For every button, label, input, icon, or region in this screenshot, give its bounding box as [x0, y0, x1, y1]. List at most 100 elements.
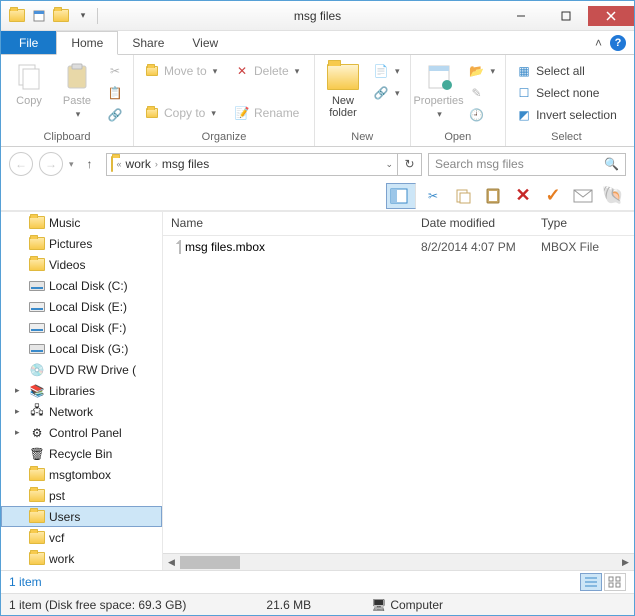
close-button[interactable]	[588, 6, 634, 26]
disk-icon	[29, 341, 45, 357]
address-bar[interactable]: « work › msg files ⌄	[106, 153, 398, 176]
newitem-button[interactable]: 📄▾	[369, 61, 404, 81]
scissors-icon: ✂	[107, 63, 123, 79]
column-name[interactable]: Name	[163, 212, 413, 235]
paste-button[interactable]: Paste ▾	[55, 59, 99, 120]
search-icon: 🔍	[604, 157, 619, 171]
selectnone-icon: ☐	[516, 85, 532, 101]
scroll-right-icon[interactable]: ▶	[617, 554, 634, 570]
properties-qat-icon[interactable]	[29, 6, 49, 26]
details-view-button[interactable]	[580, 573, 602, 591]
sidebar-item-diskf[interactable]: Local Disk (F:)	[1, 317, 162, 338]
maximize-button[interactable]	[543, 6, 588, 26]
sidebar-item-music[interactable]: Music	[1, 212, 162, 233]
refresh-button[interactable]: ↻	[398, 153, 422, 176]
sidebar-item-work[interactable]: work	[1, 548, 162, 569]
check-tool[interactable]: ✓	[540, 183, 566, 209]
moveto-icon	[144, 63, 160, 79]
delete-button[interactable]: ✕Delete▾	[230, 61, 308, 81]
shell-tool[interactable]: 🐚	[600, 183, 626, 209]
home-tab[interactable]: Home	[56, 31, 118, 55]
icons-view-button[interactable]	[604, 573, 626, 591]
mail-tool[interactable]	[570, 183, 596, 209]
toolbar: ✂ ✕ ✓ 🐚	[1, 181, 634, 211]
address-dropdown-icon[interactable]: ⌄	[385, 159, 393, 170]
sidebar-item-videos[interactable]: Videos	[1, 254, 162, 275]
breadcrumb-work[interactable]: work	[126, 157, 151, 171]
cut-small-button[interactable]: ✂	[103, 61, 127, 81]
paste-tool[interactable]	[480, 183, 506, 209]
file-tab[interactable]: File	[1, 31, 56, 54]
copyto-button[interactable]: Copy to▾	[140, 103, 226, 123]
edit-button[interactable]: ✎	[465, 83, 500, 103]
sidebar-item-msgtombox[interactable]: msgtombox	[1, 464, 162, 485]
sidebar-item-libraries[interactable]: ▸📚Libraries	[1, 380, 162, 401]
back-button[interactable]: ←	[9, 152, 33, 176]
sidebar-item-users[interactable]: Users	[1, 506, 162, 527]
disk-icon	[29, 278, 45, 294]
sidebar-item-diskc[interactable]: Local Disk (C:)	[1, 275, 162, 296]
scroll-left-icon[interactable]: ◀	[163, 554, 180, 570]
up-button[interactable]: ↑	[80, 154, 100, 174]
newfolder-qat-icon[interactable]	[51, 6, 71, 26]
cut-tool[interactable]: ✂	[420, 183, 446, 209]
delete-tool[interactable]: ✕	[510, 183, 536, 209]
sidebar-item-diske[interactable]: Local Disk (E:)	[1, 296, 162, 317]
breadcrumb-msgfiles[interactable]: msg files	[162, 157, 209, 171]
copy-tool[interactable]	[450, 183, 476, 209]
sidebar-item-cpanel[interactable]: ▸⚙Control Panel	[1, 422, 162, 443]
qat-dropdown-icon[interactable]: ▾	[73, 6, 93, 26]
chevron-down-icon: ▾	[437, 109, 442, 120]
previewpane-button[interactable]	[386, 183, 416, 209]
history-button[interactable]: 🕘	[465, 105, 500, 125]
column-date[interactable]: Date modified	[413, 212, 533, 235]
share-tab[interactable]: Share	[118, 31, 178, 54]
sidebar-item-pst[interactable]: pst	[1, 485, 162, 506]
sidebar-item-pictures[interactable]: Pictures	[1, 233, 162, 254]
open-button[interactable]: 📂▾	[465, 61, 500, 81]
selectall-button[interactable]: ▦Select all	[512, 61, 621, 81]
chevron-right-icon: ›	[155, 159, 158, 169]
copy-button[interactable]: Copy	[7, 59, 51, 107]
sidebar-item-network[interactable]: ▸🖧Network	[1, 401, 162, 422]
selectnone-button[interactable]: ☐Select none	[512, 83, 621, 103]
recycle-icon: 🗑	[29, 446, 45, 462]
file-row[interactable]: msg files.mbox 8/2/2014 4:07 PM MBOX Fil…	[163, 236, 634, 258]
scroll-thumb[interactable]	[180, 556, 240, 569]
shortcut-small-button[interactable]: 🔗	[103, 105, 127, 125]
clipboard-group: Copy Paste ▾ ✂ 📋 🔗 Clipboard	[1, 55, 134, 146]
copypath-small-button[interactable]: 📋	[103, 83, 127, 103]
column-type[interactable]: Type	[533, 212, 634, 235]
recent-dropdown-icon[interactable]: ▾	[69, 159, 74, 170]
search-input[interactable]: Search msg files 🔍	[428, 153, 626, 176]
easyaccess-button[interactable]: 🔗▾	[369, 83, 404, 103]
folder-icon	[29, 488, 45, 504]
folder-icon	[7, 6, 27, 26]
rename-icon: 📝	[234, 105, 250, 121]
file-list[interactable]: msg files.mbox 8/2/2014 4:07 PM MBOX Fil…	[163, 236, 634, 553]
organize-label: Organize	[140, 129, 308, 146]
path-icon: 📋	[107, 85, 123, 101]
sidebar-item-dvd[interactable]: 💿DVD RW Drive (	[1, 359, 162, 380]
invert-icon: ◩	[516, 107, 532, 123]
moveto-button[interactable]: Move to▾	[140, 61, 226, 81]
forward-button[interactable]: →	[39, 152, 63, 176]
newfolder-button[interactable]: New folder	[321, 59, 365, 119]
sidebar-item-diskg[interactable]: Local Disk (G:)	[1, 338, 162, 359]
help-icon[interactable]: ?	[610, 35, 626, 51]
open-group: Properties ▾ 📂▾ ✎ 🕘 Open	[411, 55, 507, 146]
minimize-ribbon-icon[interactable]: ˄	[595, 36, 602, 50]
libraries-icon: 📚	[29, 383, 45, 399]
sidebar-item-vcf[interactable]: vcf	[1, 527, 162, 548]
sidebar-item-recycle[interactable]: 🗑Recycle Bin	[1, 443, 162, 464]
properties-button[interactable]: Properties ▾	[417, 59, 461, 120]
invertselection-button[interactable]: ◩Invert selection	[512, 105, 621, 125]
view-tab[interactable]: View	[178, 31, 232, 54]
rename-button[interactable]: 📝Rename	[230, 103, 308, 123]
selectall-icon: ▦	[516, 63, 532, 79]
minimize-button[interactable]	[498, 6, 543, 26]
navigation-pane[interactable]: Music Pictures Videos Local Disk (C:) Lo…	[1, 212, 163, 570]
computer-icon: 🖥	[371, 598, 386, 612]
horizontal-scrollbar[interactable]: ◀ ▶	[163, 553, 634, 570]
window-controls	[498, 6, 634, 26]
